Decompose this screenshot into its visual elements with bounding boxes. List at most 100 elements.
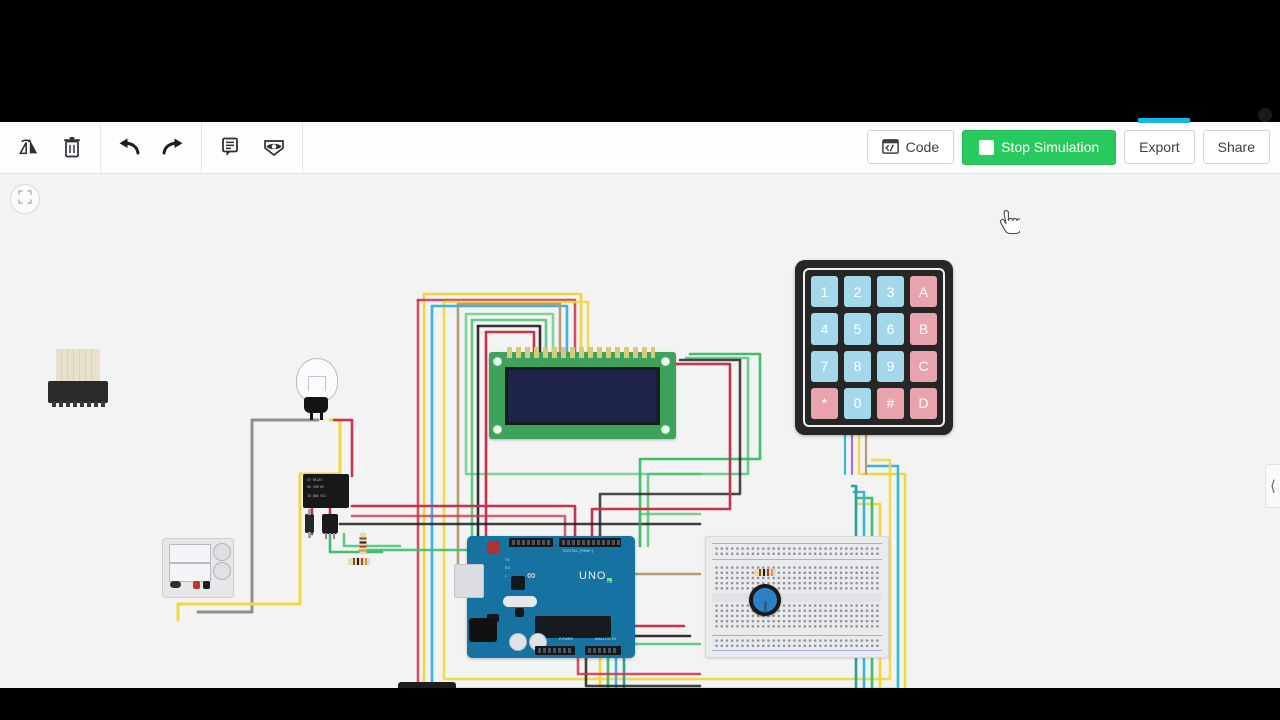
arduino-model-label: UNO xyxy=(579,570,607,582)
component-breadboard[interactable] xyxy=(705,536,889,658)
lcd-mount-hole xyxy=(493,357,502,366)
keypad-key-b[interactable]: B xyxy=(910,313,937,345)
undo-button[interactable] xyxy=(107,127,151,167)
keypad-key-hash[interactable]: # xyxy=(877,387,904,419)
keypad-key-0[interactable]: 0 xyxy=(844,387,871,419)
share-button[interactable]: Share xyxy=(1202,130,1270,164)
keypad-key-a[interactable]: A xyxy=(910,276,937,308)
relay-silkscreen-line3: IN GND VCC xyxy=(307,494,327,498)
zoom-to-fit-icon xyxy=(18,189,32,209)
relay-silkscreen-line2: NO COM NC xyxy=(307,485,325,489)
keypad-key-9[interactable]: 9 xyxy=(877,350,904,382)
component-potentiometer[interactable] xyxy=(749,584,781,616)
rotate-button[interactable] xyxy=(6,127,50,167)
arduino-header-digital-high[interactable] xyxy=(509,538,553,547)
editor-toolbar: Code Stop Simulation Export Share xyxy=(0,120,1280,174)
arduino-reset-button[interactable] xyxy=(487,541,500,554)
component-keypad[interactable]: 1 2 3 A 4 5 6 B 7 8 9 C * 0 # D xyxy=(795,260,953,435)
arduino-header-analog[interactable] xyxy=(585,646,621,655)
circuit-canvas[interactable]: ⟨ 1 2 3 A 4 5 6 B 7 8 9 C * 0 # D DIGITA… xyxy=(0,174,1280,688)
power-supply-voltage-knob[interactable] xyxy=(213,543,231,561)
component-relay-module[interactable]: 5V RELAY NO COM NC IN GND VCC xyxy=(303,474,349,508)
breadboard-holes-lower xyxy=(714,603,880,630)
arduino-power-jack[interactable] xyxy=(469,618,497,642)
keypad-key-grid: 1 2 3 A 4 5 6 B 7 8 9 C * 0 # D xyxy=(811,276,937,419)
keypad-key-3[interactable]: 3 xyxy=(877,276,904,308)
component-resistor[interactable] xyxy=(754,569,776,576)
keypad-key-c[interactable]: C xyxy=(910,350,937,382)
export-button-label: Export xyxy=(1139,139,1180,155)
stop-square-icon xyxy=(979,139,995,155)
breadboard-center-channel xyxy=(712,593,882,602)
lcd-pin-header xyxy=(507,347,655,358)
arduino-digital-label: DIGITAL (PWM~) xyxy=(563,549,594,553)
keypad-key-6[interactable]: 6 xyxy=(877,313,904,345)
arduino-rx-label: RX xyxy=(505,566,511,570)
rotate-icon xyxy=(17,137,39,157)
delete-button[interactable] xyxy=(50,127,94,167)
side-panel-toggle[interactable]: ⟨ xyxy=(1265,464,1280,508)
breadboard-rail-positive xyxy=(712,635,882,636)
arduino-usb-port[interactable] xyxy=(454,564,484,598)
chevron-left-icon: ⟨ xyxy=(1270,477,1276,495)
breadboard-rail-holes-bottom xyxy=(714,638,880,649)
toolbar-right-actions: Code Stop Simulation Export Share xyxy=(866,120,1270,174)
keypad-key-1[interactable]: 1 xyxy=(811,276,838,308)
breadboard-rail-positive xyxy=(712,543,882,544)
power-supply-terminal-negative[interactable] xyxy=(203,581,210,589)
component-power-supply[interactable] xyxy=(162,538,234,598)
zoom-to-fit-button[interactable] xyxy=(10,184,40,214)
keypad-key-4[interactable]: 4 xyxy=(811,313,838,345)
light-bulb-terminal[interactable] xyxy=(320,412,323,420)
power-supply-power-button[interactable] xyxy=(170,581,181,588)
keypad-key-2[interactable]: 2 xyxy=(844,276,871,308)
component-lcd[interactable] xyxy=(489,347,676,439)
power-supply-display-voltage xyxy=(169,544,211,563)
code-button-label: Code xyxy=(905,139,940,155)
component-transistor[interactable] xyxy=(322,514,338,539)
undo-arrow-icon xyxy=(118,138,140,156)
component-diode[interactable] xyxy=(305,509,314,538)
active-tab-indicator xyxy=(1138,118,1190,123)
keypad-key-d[interactable]: D xyxy=(910,387,937,419)
keypad-key-star[interactable]: * xyxy=(811,387,838,419)
power-supply-current-knob[interactable] xyxy=(213,562,231,580)
component-resistor[interactable] xyxy=(348,558,370,565)
breadboard-rail-negative xyxy=(712,650,882,651)
component-resistor[interactable] xyxy=(359,532,367,555)
arduino-header-digital-low[interactable] xyxy=(559,538,621,547)
component-light-bulb[interactable] xyxy=(294,358,338,420)
toolbar-group-history xyxy=(101,120,202,174)
letterbox-bottom xyxy=(0,688,1280,720)
arduino-analog-label: ANALOG IN xyxy=(595,637,617,641)
visibility-button[interactable] xyxy=(252,127,296,167)
arduino-chip xyxy=(515,608,524,617)
power-supply-terminal-positive[interactable] xyxy=(193,581,200,589)
keypad-key-7[interactable]: 7 xyxy=(811,350,838,382)
keypad-key-5[interactable]: 5 xyxy=(844,313,871,345)
lcd-mount-hole xyxy=(661,357,670,366)
trash-icon xyxy=(63,136,81,158)
code-button[interactable]: Code xyxy=(866,130,955,164)
redo-button[interactable] xyxy=(151,127,195,167)
note-icon xyxy=(221,137,239,157)
redo-arrow-icon xyxy=(162,138,184,156)
relay-silkscreen-line1: 5V RELAY xyxy=(307,478,323,482)
notes-button[interactable] xyxy=(208,127,252,167)
code-window-icon xyxy=(881,138,899,156)
tinkercad-app: Code Stop Simulation Export Share ⟨ 1 2 … xyxy=(0,120,1280,688)
stop-simulation-button[interactable]: Stop Simulation xyxy=(962,129,1117,165)
browser-avatar-dot xyxy=(1258,108,1272,122)
screenshot-stage: Code Stop Simulation Export Share ⟨ 1 2 … xyxy=(0,0,1280,720)
keypad-key-8[interactable]: 8 xyxy=(844,350,871,382)
component-arduino-uno[interactable]: DIGITAL (PWM~) TX RX L ON ∞ UNO POWER AN… xyxy=(454,536,635,658)
export-button[interactable]: Export xyxy=(1124,130,1195,164)
arduino-power-label: POWER xyxy=(559,637,574,641)
keypad-pin-header[interactable] xyxy=(48,381,108,407)
light-bulb-terminal[interactable] xyxy=(310,412,313,420)
arduino-l-label: L xyxy=(505,574,508,578)
potentiometer-knob[interactable] xyxy=(753,588,777,613)
lcd-mount-hole xyxy=(661,425,670,434)
arduino-header-power[interactable] xyxy=(535,646,575,655)
breadboard-holes-upper xyxy=(714,565,880,592)
